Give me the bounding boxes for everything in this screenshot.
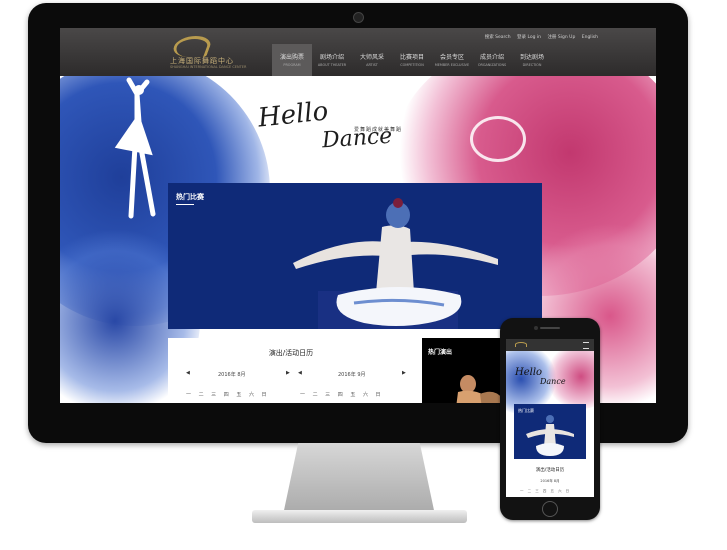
- nav-label-cn: 演出购票: [279, 54, 304, 61]
- language-selector[interactable]: English: [582, 35, 598, 40]
- main-nav: 演出购票 PROGRAM 剧场介绍 ABOUT THEATER 大师风采 ART…: [272, 44, 552, 76]
- title-underline: [176, 204, 194, 205]
- monitor-stand: [283, 443, 435, 515]
- phone-calendar-weekdays: 一 二 三 四 五 六 日: [520, 489, 571, 493]
- calendar-next-icon-2[interactable]: ▶: [402, 370, 406, 376]
- calendar-month-aug: 2016年 8月: [218, 372, 246, 378]
- nav-label-cn: 会员专区: [439, 54, 464, 61]
- calendar-weekdays-sep: 一 二 三 四 五 六 日: [300, 392, 384, 398]
- hero-hello-script: Hello: [256, 96, 330, 134]
- logo-mark-icon: [170, 36, 214, 57]
- nav-item-competition[interactable]: 比赛项目 COMPETITION: [392, 44, 432, 76]
- nav-label-cn: 到达剧场: [519, 54, 544, 61]
- hot-competition-title: 热门比赛: [176, 193, 204, 201]
- nav-item-artist[interactable]: 大师风采 ARTIST: [352, 44, 392, 76]
- top-links: 搜索 Search 登录 Log in 注册 Sign Up English: [480, 34, 598, 40]
- nav-label-cn: 成员介绍: [479, 54, 504, 61]
- monitor-base: [252, 510, 467, 523]
- phone-frame: Hello Dance 热门比赛 演出/活动日历 2016年 8月 一 二 三 …: [500, 318, 600, 520]
- events-calendar: 演出/活动日历 ◀ 2016年 8月 ▶ ◀ 2016年 9月 ▶ 一 二 三 …: [168, 338, 414, 403]
- nav-label-en: DIRECTION: [522, 63, 542, 67]
- phone-speaker: [540, 327, 560, 329]
- nav-label-en: PROGRAM: [283, 63, 301, 67]
- site-header: 上海国际舞蹈中心 SHANGHAI INTERNATIONAL DANCE CE…: [60, 28, 656, 76]
- phone-calendar-title: 演出/活动日历: [535, 468, 565, 473]
- calendar-weekdays-aug: 一 二 三 四 五 六 日: [186, 392, 270, 398]
- ballerina-photo: [168, 183, 542, 329]
- search-link[interactable]: 搜索 Search: [485, 35, 511, 40]
- phone-calendar-month: 2016年 8月: [540, 479, 560, 483]
- nav-label-en: ARTIST: [366, 63, 378, 67]
- phone-camera-icon: [534, 326, 538, 330]
- login-link[interactable]: 登录 Log in: [517, 35, 541, 40]
- phone-menu-icon[interactable]: [583, 342, 589, 349]
- calendar-next-icon[interactable]: ▶: [286, 370, 290, 376]
- nav-label-cn: 大师风采: [359, 54, 384, 61]
- calendar-prev-icon-2[interactable]: ◀: [298, 370, 302, 376]
- phone-screen: Hello Dance 热门比赛 演出/活动日历 2016年 8月 一 二 三 …: [506, 339, 594, 497]
- hot-competition-card[interactable]: 热门比赛: [168, 183, 542, 329]
- phone-hot-competition-card[interactable]: 热门比赛: [514, 404, 586, 459]
- nav-label-en: ORGANIZATIONS: [477, 63, 507, 67]
- nav-label-en: ABOUT THEATER: [317, 63, 347, 67]
- calendar-prev-icon[interactable]: ◀: [186, 370, 190, 376]
- site-logo[interactable]: 上海国际舞蹈中心 SHANGHAI INTERNATIONAL DANCE CE…: [170, 36, 256, 70]
- calendar-month-sep: 2016年 9月: [338, 372, 366, 378]
- phone-header: [506, 339, 594, 351]
- nav-label-en: COMPETITION: [400, 63, 424, 67]
- nav-label-cn: 剧场介绍: [319, 54, 344, 61]
- hero-slogan: 爱舞蹈成就美舞蹈: [354, 127, 403, 133]
- nav-item-program[interactable]: 演出购票 PROGRAM: [272, 44, 312, 76]
- logo-english-name: SHANGHAI INTERNATIONAL DANCE CENTER: [170, 65, 247, 69]
- webcam-icon: [353, 12, 364, 23]
- nav-item-member[interactable]: 会员专区 MEMBER EXCLUSIVE: [432, 44, 472, 76]
- phone-hot-competition-title: 热门比赛: [518, 408, 534, 413]
- phone-home-button[interactable]: [542, 501, 558, 517]
- phone-hello-script: Hello: [515, 367, 543, 378]
- phone-dance-script: Dance: [540, 377, 566, 386]
- calendar-title: 演出/活动日历: [268, 349, 314, 357]
- nav-item-direction[interactable]: 到达剧场 DIRECTION: [512, 44, 552, 76]
- nav-item-organizations[interactable]: 成员介绍 ORGANIZATIONS: [472, 44, 512, 76]
- nav-item-about-theater[interactable]: 剧场介绍 ABOUT THEATER: [312, 44, 352, 76]
- nav-label-cn: 比赛项目: [399, 54, 424, 61]
- nav-label-en: MEMBER EXCLUSIVE: [434, 63, 470, 67]
- signup-link[interactable]: 注册 Sign Up: [547, 35, 575, 40]
- white-flower-swirl: [470, 116, 526, 162]
- phone-logo-icon[interactable]: [515, 342, 527, 347]
